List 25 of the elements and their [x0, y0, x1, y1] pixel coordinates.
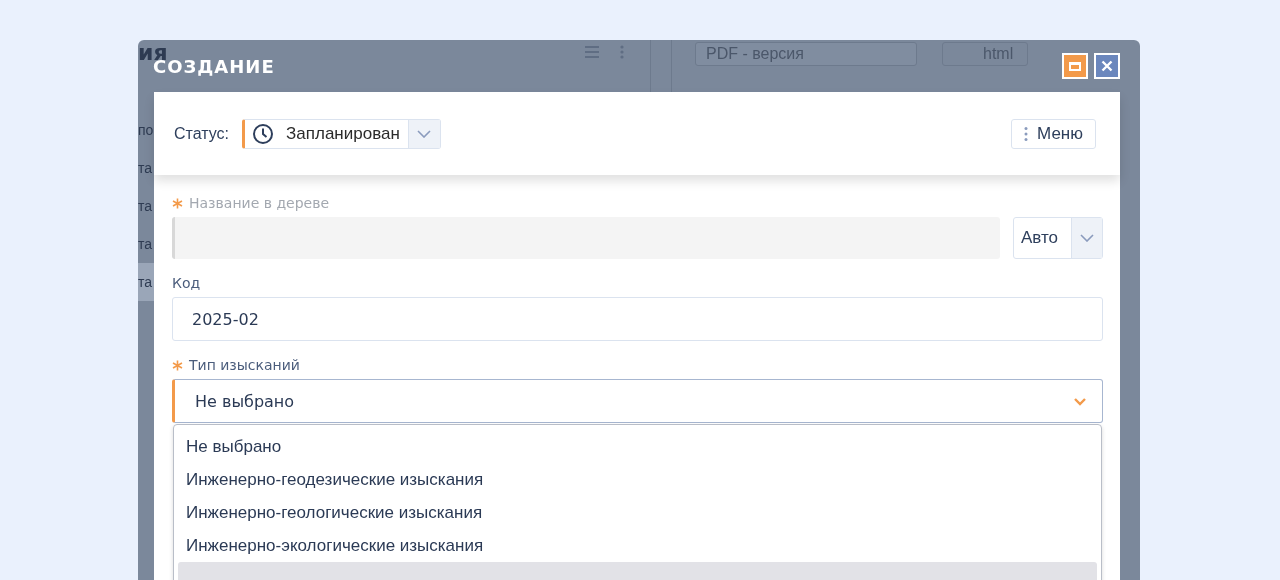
input-field[interactable]: [172, 217, 1000, 259]
dropdown-option[interactable]: Не выбрано: [178, 430, 1097, 463]
mode-select[interactable]: Авто: [1013, 217, 1103, 259]
status-label: Статус:: [174, 124, 230, 143]
dropdown-option[interactable]: Инженерно-геодезические изыскания: [178, 463, 1097, 496]
input-field[interactable]: 2025-02: [172, 297, 1103, 341]
dropdown-option[interactable]: Инженерно-экологические изыскания: [178, 529, 1097, 562]
menu-icon[interactable]: [584, 45, 600, 59]
window-icon: [1069, 61, 1081, 71]
field-label: Код: [172, 275, 201, 291]
field-label: Тип изысканий: [189, 357, 300, 373]
more-icon: [1024, 125, 1029, 142]
menu-button[interactable]: Меню: [1011, 118, 1096, 149]
close-button[interactable]: [1094, 53, 1120, 79]
chevron-icon: [417, 129, 432, 138]
field-label: Название в дереве: [189, 195, 330, 211]
status-select[interactable]: Запланирован: [242, 118, 441, 149]
dropdown-option[interactable]: Инженерно-геологические изыскания: [178, 496, 1097, 529]
select-field[interactable]: Не выбрано: [172, 379, 1103, 423]
clock-icon: [252, 122, 275, 145]
maximize-button[interactable]: [1062, 53, 1088, 79]
chevron-icon: [1080, 234, 1094, 242]
chevron-icon: [1073, 396, 1087, 406]
close-icon: [1101, 60, 1113, 72]
list-row[interactable]: та: [138, 263, 154, 301]
